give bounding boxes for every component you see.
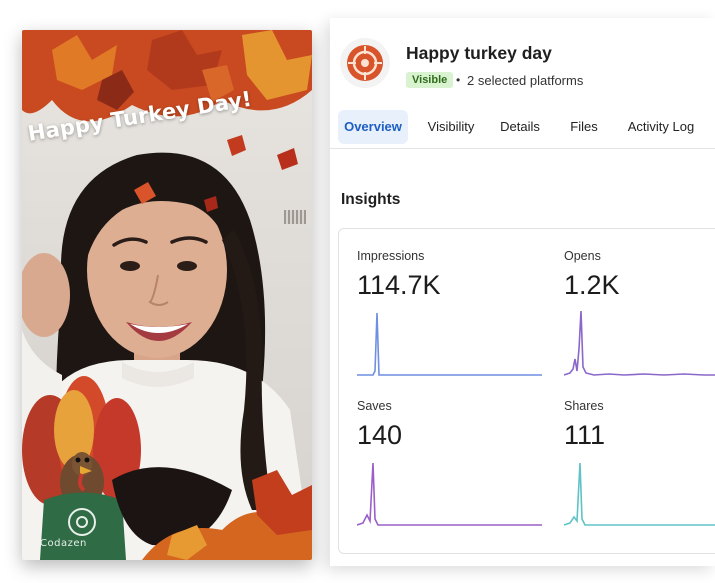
lens-detail-panel: Happy turkey day Visible • 2 selected pl… xyxy=(330,18,715,566)
insights-card: Impressions 114.7K Opens 1.2K Saves 140 … xyxy=(338,228,715,554)
tab-overview[interactable]: Overview xyxy=(338,110,408,144)
brand-logo-text: Codazen xyxy=(40,538,87,549)
shares-value: 111 xyxy=(564,420,606,450)
opens-label: Opens xyxy=(564,249,601,263)
impressions-sparkline xyxy=(357,312,542,376)
separator-dot: • xyxy=(456,73,461,87)
lens-title: Happy turkey day xyxy=(406,43,552,63)
insights-heading: Insights xyxy=(341,191,401,208)
shares-sparkline xyxy=(564,462,715,526)
tab-details[interactable]: Details xyxy=(496,110,544,144)
snapchat-lens-photo: Happy Turkey Day! Codazen xyxy=(22,30,312,560)
saves-sparkline xyxy=(357,462,542,526)
tab-files[interactable]: Files xyxy=(562,110,606,144)
tab-activity-log[interactable]: Activity Log xyxy=(622,110,700,144)
target-logo-icon xyxy=(340,38,390,88)
impressions-value: 114.7K xyxy=(357,270,441,300)
saves-value: 140 xyxy=(357,420,403,450)
visibility-status-badge: Visible xyxy=(406,72,454,88)
tab-visibility[interactable]: Visibility xyxy=(418,110,484,144)
impressions-label: Impressions xyxy=(357,249,425,263)
platforms-count: 2 selected platforms xyxy=(467,73,584,88)
opens-sparkline xyxy=(564,310,715,376)
opens-value: 1.2K xyxy=(564,270,620,300)
tab-bar: Overview Visibility Details Files Activi… xyxy=(330,110,715,149)
shares-label: Shares xyxy=(564,399,604,413)
saves-label: Saves xyxy=(357,399,392,413)
